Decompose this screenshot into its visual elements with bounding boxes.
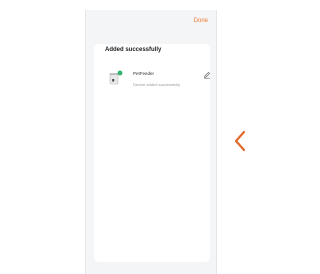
pencil-icon[interactable]: [203, 71, 211, 79]
device-row[interactable]: PetFeeder Device added successfully: [109, 70, 219, 90]
device-name: PetFeeder: [133, 71, 155, 76]
pet-feeder-icon: [109, 70, 123, 85]
chevron-left-icon[interactable]: [233, 130, 247, 152]
result-title: Added successfully: [105, 47, 162, 53]
done-button[interactable]: Done: [194, 18, 208, 24]
device-status: Device added successfully: [133, 82, 181, 87]
